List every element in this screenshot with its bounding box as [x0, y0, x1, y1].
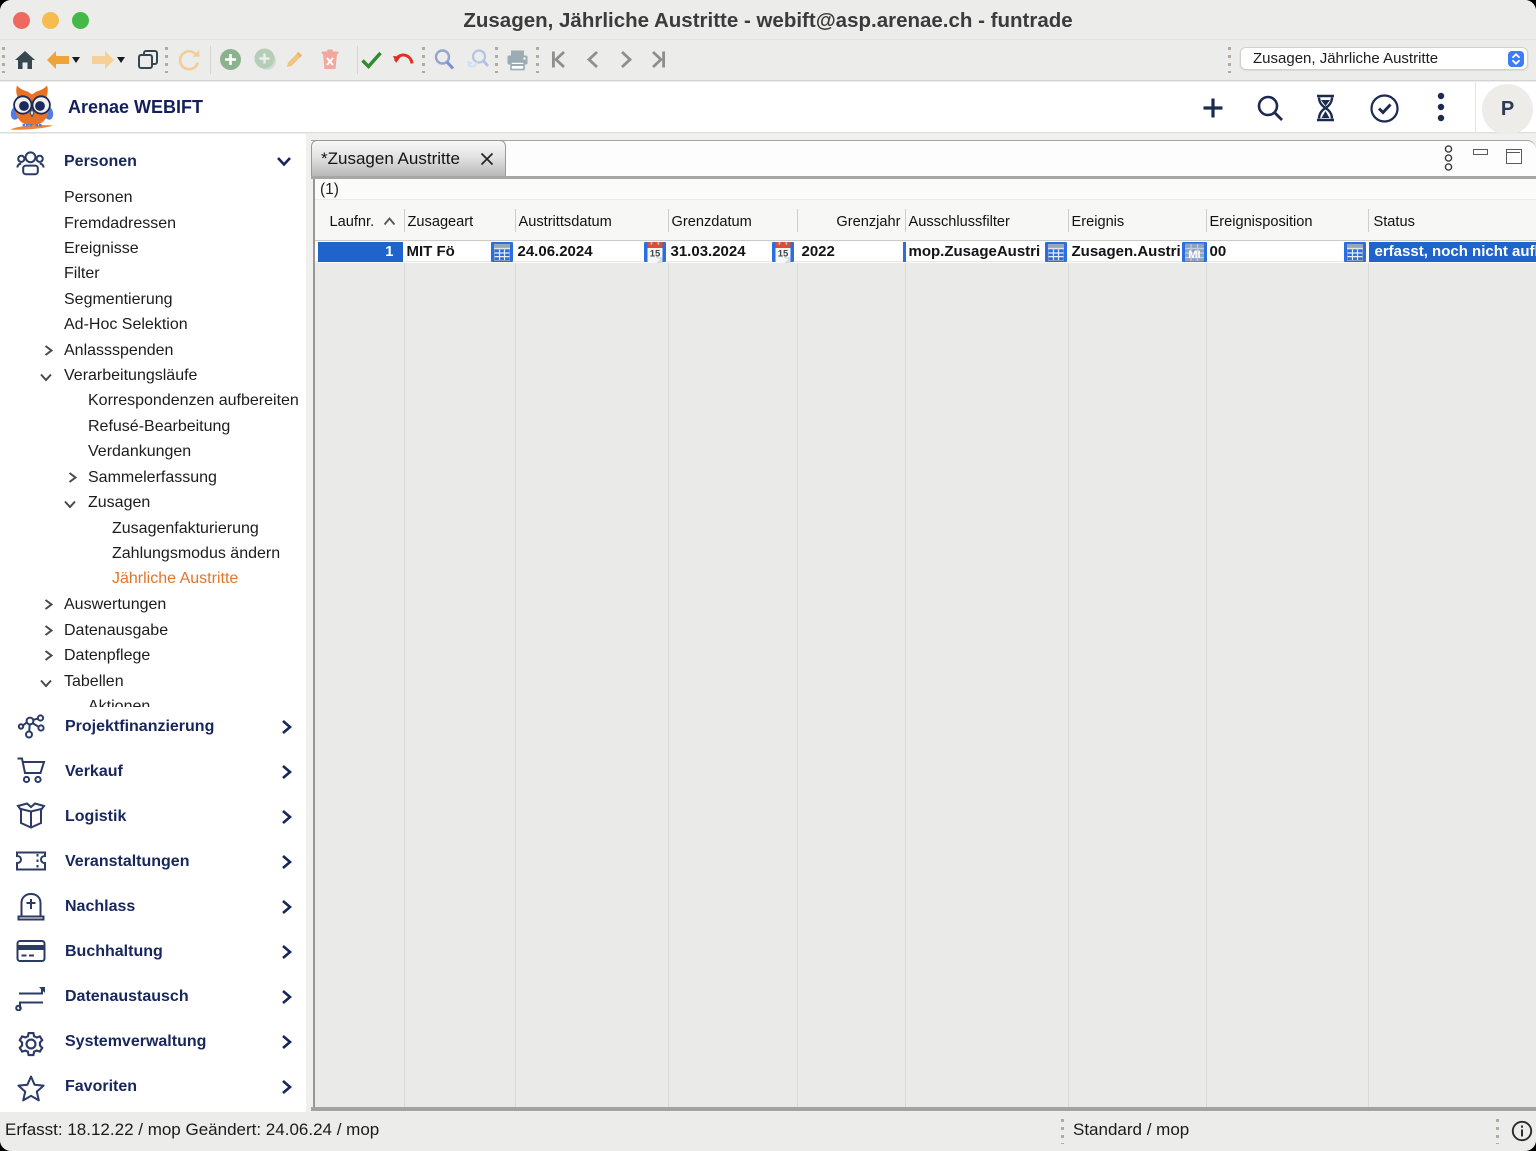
svg-text:MI: MI	[1188, 249, 1200, 261]
